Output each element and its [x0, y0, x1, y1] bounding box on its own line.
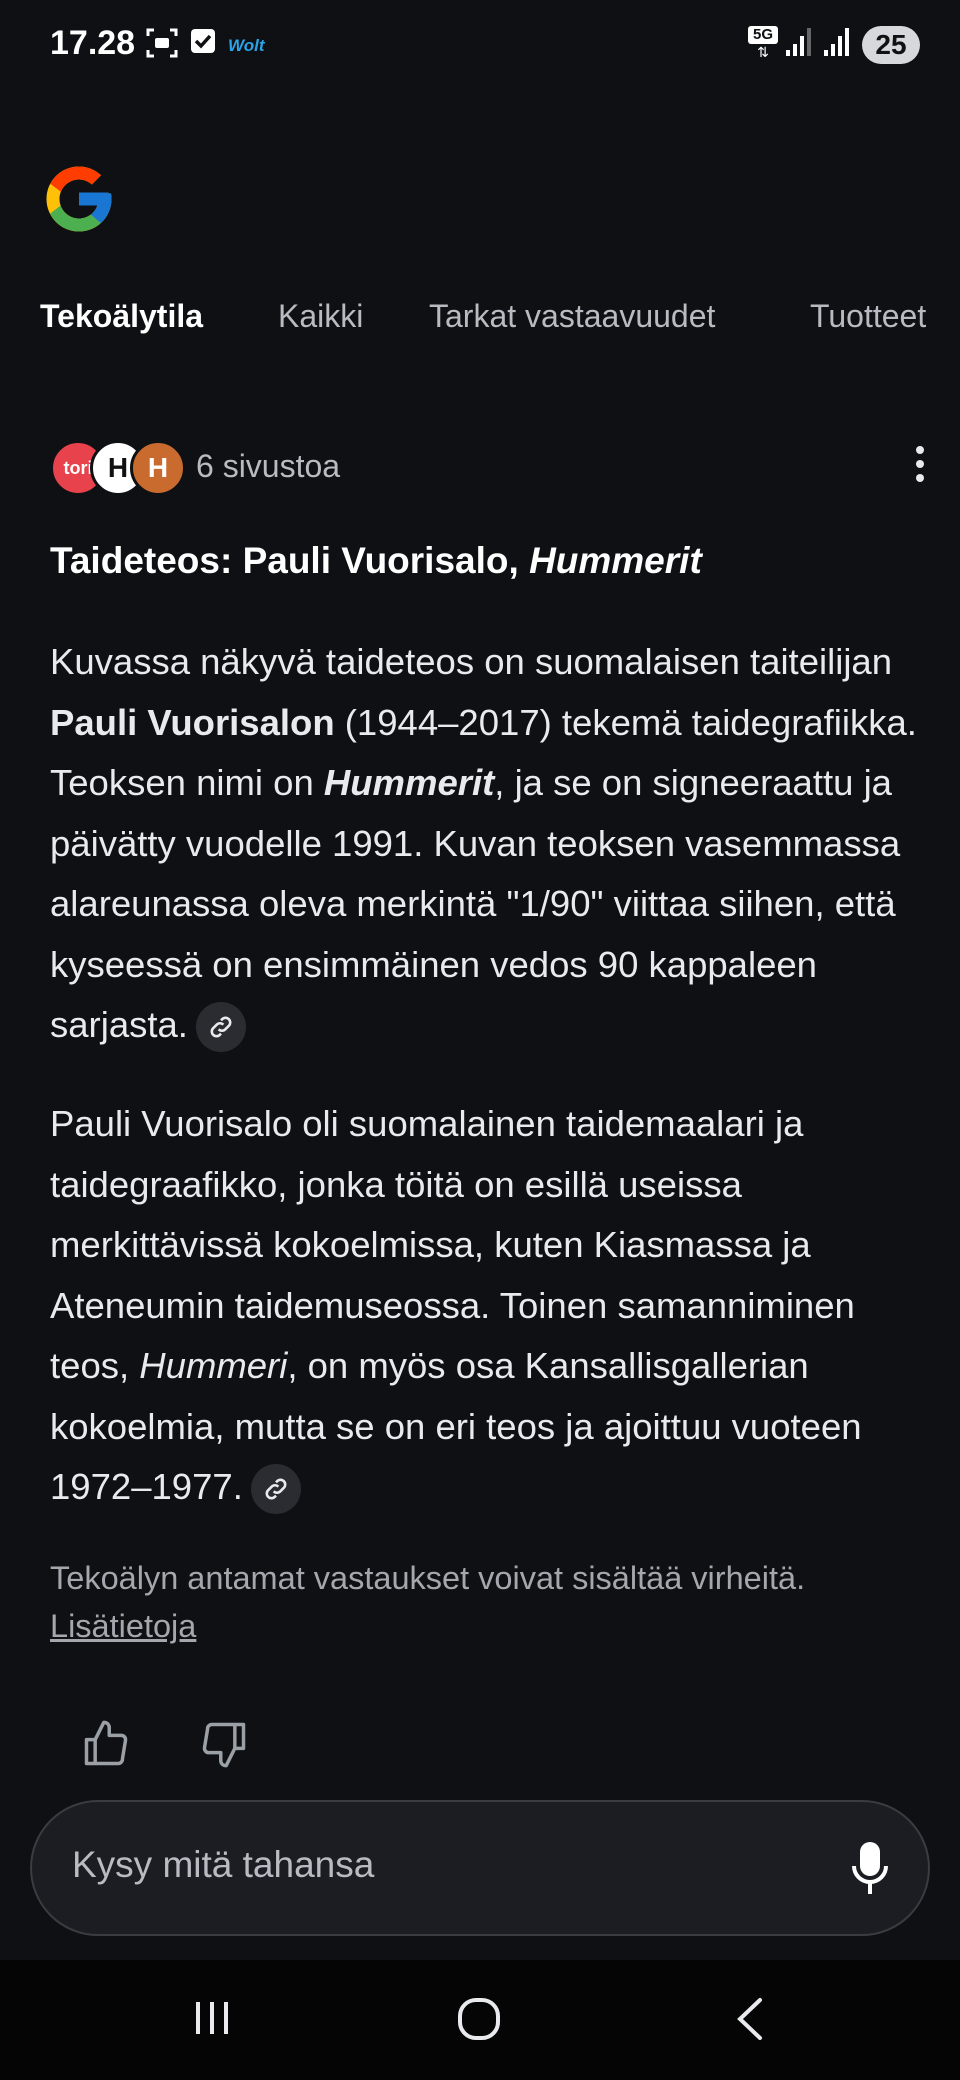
back-icon[interactable] — [730, 1996, 770, 2042]
ask-input-placeholder[interactable]: Kysy mitä tahansa — [72, 1844, 374, 1886]
favicon-h-orange: H — [130, 440, 186, 496]
tab-products[interactable]: Tuotteet — [810, 298, 926, 335]
recent-apps-icon[interactable] — [190, 1996, 234, 2040]
answer-title: Taideteos: Pauli Vuorisalo, Hummerit — [50, 540, 702, 581]
tab-all[interactable]: Kaikki — [278, 298, 363, 335]
status-bar: 17.28 Wolt 5G ⇅ 25 — [0, 0, 960, 92]
search-tabs: Tekoälytila Kaikki Tarkat vastaavuudet T… — [0, 290, 960, 350]
ask-anything-bar[interactable]: Kysy mitä tahansa — [30, 1800, 930, 1936]
google-logo[interactable] — [40, 160, 118, 238]
status-time: 17.28 — [50, 24, 136, 62]
source-link-icon[interactable] — [195, 1002, 246, 1053]
signal-icon-1 — [786, 28, 811, 56]
system-nav-bar — [0, 1960, 960, 2080]
wolt-notification-icon: Wolt — [228, 36, 265, 55]
ai-disclaimer: Tekoälyn antamat vastaukset voivat sisäl… — [50, 1560, 806, 1644]
answer-paragraph-2: Pauli Vuorisalo oli suomalainen taidemaa… — [50, 1094, 920, 1518]
thumbs-down-icon[interactable] — [198, 1718, 250, 1770]
sources-count-label: 6 sivustoa — [196, 448, 341, 484]
tab-exact-matches[interactable]: Tarkat vastaavuudet — [429, 298, 715, 335]
microphone-icon[interactable] — [850, 1840, 890, 1896]
more-options-icon[interactable] — [910, 444, 930, 484]
network-5g-icon: 5G ⇅ — [748, 26, 778, 62]
thumbs-up-icon[interactable] — [80, 1718, 132, 1770]
learn-more-link[interactable]: Lisätietoja — [50, 1608, 196, 1644]
tab-ai-mode[interactable]: Tekoälytila — [40, 298, 203, 335]
checkbox-icon — [191, 29, 215, 53]
sources-row[interactable]: tori H H 6 sivustoa — [50, 440, 930, 496]
home-icon[interactable] — [456, 1996, 502, 2042]
answer-paragraph-1: Kuvassa näkyvä taideteos on suomalaisen … — [50, 632, 920, 1056]
signal-icon-2 — [824, 28, 849, 56]
source-link-icon[interactable] — [250, 1464, 301, 1515]
screenshot-icon — [146, 28, 178, 58]
battery-indicator: 25 — [862, 26, 920, 64]
